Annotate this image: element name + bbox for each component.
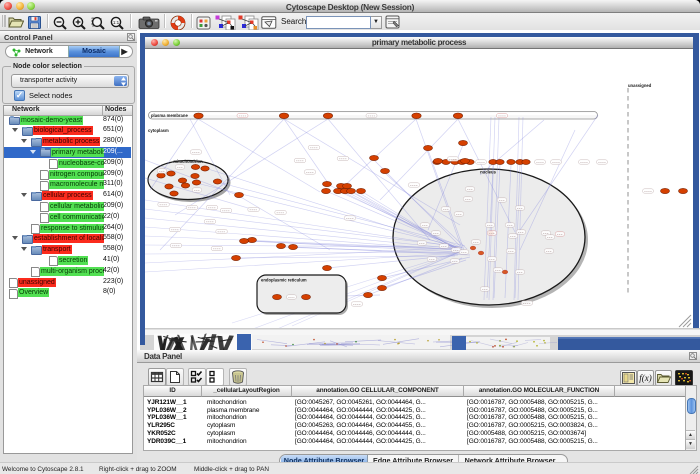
svg-text:f(x): f(x) (639, 373, 652, 383)
svg-text:endoplasmic reticulum: endoplasmic reticulum (261, 278, 307, 283)
svg-text:unassigned: unassigned (628, 83, 652, 88)
svg-text:mitochondrion: mitochondrion (173, 159, 203, 164)
svg-text:cytoplasm: cytoplasm (148, 128, 169, 133)
svg-text:plasma membrane: plasma membrane (151, 113, 188, 118)
svg-text:nucleus: nucleus (480, 170, 496, 175)
svg-text:1:1: 1:1 (113, 20, 120, 25)
